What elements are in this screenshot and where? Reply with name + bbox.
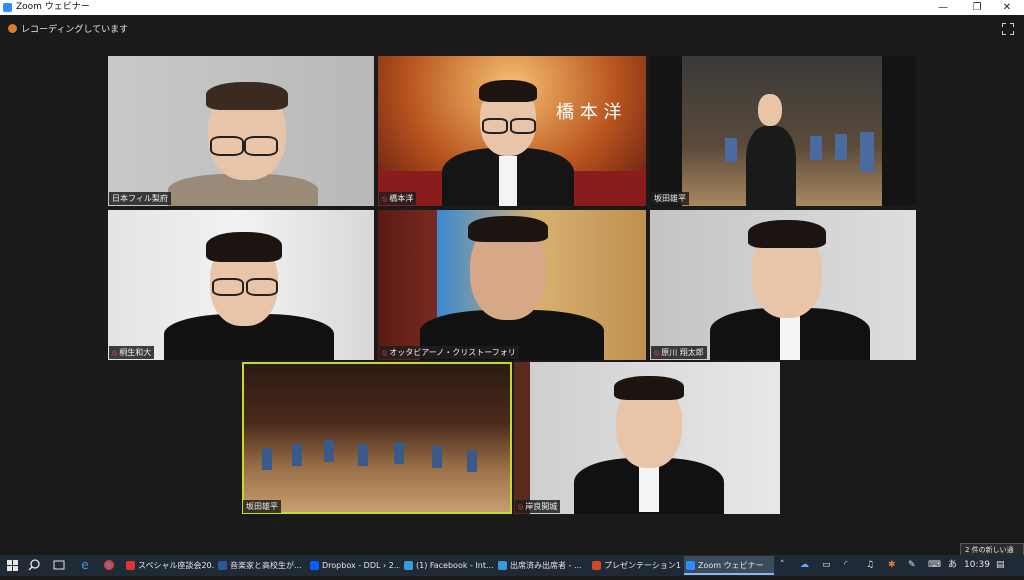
windows-logo-icon — [7, 560, 18, 571]
taskbar-app-zoom[interactable]: Zoom ウェビナー — [684, 556, 774, 575]
recording-bar: レコーディングしています — [0, 15, 1024, 42]
zoom-app-icon — [3, 3, 12, 12]
taskbar-app-word[interactable]: 音楽家と高校生が... — [216, 556, 306, 575]
participant-name: ⦸ 桐生和大 — [109, 346, 155, 359]
recording-icon — [8, 24, 17, 33]
student-figure — [860, 132, 874, 172]
participant-shirt — [639, 462, 659, 512]
onedrive-icon[interactable]: ☁ — [800, 555, 814, 576]
video-tile[interactable]: 日本フィル梨府 — [108, 56, 374, 206]
restore-button[interactable]: ❐ — [960, 0, 994, 15]
mic-muted-icon: ⦸ — [654, 348, 660, 357]
taskbar-app-pdf[interactable]: スペシャル座談会20... — [124, 556, 214, 575]
app-tray-icon[interactable]: ✱ — [888, 555, 902, 576]
task-view-icon — [53, 560, 65, 570]
participant-shirt — [499, 156, 517, 206]
zoom-icon — [686, 561, 695, 570]
search-button[interactable] — [26, 555, 44, 576]
ime-icon[interactable]: あ — [948, 555, 960, 576]
participant-hair — [206, 82, 288, 110]
chrome-icon[interactable] — [100, 555, 118, 576]
participant-hair — [206, 232, 282, 262]
student-figure — [810, 136, 822, 160]
participant-name: ⦸ 岸良開城 — [515, 500, 561, 513]
windows-taskbar: e スペシャル座談会20... 音楽家と高校生が... Dropbox - DD… — [0, 555, 1024, 576]
video-tile-active[interactable]: 坂田雄平 — [242, 362, 512, 514]
task-view-button[interactable] — [50, 555, 68, 576]
performers-group — [262, 440, 492, 480]
participant-hair — [614, 376, 684, 400]
glasses-icon — [212, 278, 244, 296]
glasses-icon — [246, 278, 278, 296]
mic-muted-icon: ⦸ — [382, 194, 388, 203]
minimize-button[interactable]: — — [926, 0, 960, 15]
glasses-icon — [482, 118, 508, 134]
video-tile[interactable]: ⦸ オッタビアーノ・クリストーフォリ — [378, 210, 646, 360]
volume-icon[interactable]: ♫ — [866, 555, 880, 576]
taskbar-app-facebook[interactable]: (1) Facebook - Int... — [402, 556, 494, 575]
video-tile[interactable]: ⦸ 原川 翔太郎 — [650, 210, 916, 360]
keyboard-icon[interactable]: ⌨ — [928, 555, 942, 576]
participant-name: ⦸ 原川 翔太郎 — [651, 346, 707, 359]
search-icon — [28, 559, 40, 571]
participant-name: 日本フィル梨府 — [109, 192, 171, 205]
mic-muted-icon: ⦸ — [518, 502, 524, 511]
clock[interactable]: 10:39 — [964, 555, 990, 576]
video-tile[interactable]: ⦸ 桐生和大 — [108, 210, 374, 360]
start-button[interactable] — [2, 555, 22, 576]
glasses-icon — [210, 136, 244, 156]
student-figure — [725, 138, 737, 162]
participant-hair — [468, 216, 548, 242]
participant-hair — [748, 220, 826, 248]
chevron-up-icon[interactable]: ˄ — [780, 555, 792, 576]
ie-icon — [404, 561, 413, 570]
notification-center-icon[interactable]: ▤ — [996, 555, 1012, 576]
pdf-icon — [126, 561, 135, 570]
participant-body — [746, 126, 796, 206]
mic-muted-icon: ⦸ — [112, 348, 118, 357]
participant-name: 坂田雄平 — [243, 500, 281, 513]
taskbar-app-attendees[interactable]: 出席済み出席者 - ... — [496, 556, 588, 575]
taskbar-app-powerpoint[interactable]: プレゼンテーション1 - ... — [590, 556, 682, 575]
ie-icon — [498, 561, 507, 570]
network-icon[interactable]: ◜ — [844, 555, 858, 576]
video-tile[interactable]: 橋 本 洋 ⦸ 橋本洋 — [378, 56, 646, 206]
edge-icon[interactable]: e — [76, 555, 94, 576]
student-figure — [835, 134, 847, 160]
powerpoint-icon — [592, 561, 601, 570]
participant-shirt — [780, 314, 800, 360]
glasses-icon — [244, 136, 278, 156]
participant-name: ⦸ オッタビアーノ・クリストーフォリ — [379, 346, 519, 359]
glasses-icon — [510, 118, 536, 134]
video-tile[interactable]: ⦸ 岸良開城 — [514, 362, 780, 514]
dropbox-icon — [310, 561, 319, 570]
taskbar-app-dropbox[interactable]: Dropbox - DDL › 2... — [308, 556, 400, 575]
battery-icon[interactable]: ▭ — [822, 555, 836, 576]
recording-status: レコーディングしています — [21, 25, 129, 35]
window-titlebar: Zoom ウェビナー — ❐ ✕ — [0, 0, 1024, 15]
participant-head — [758, 94, 782, 126]
close-button[interactable]: ✕ — [990, 0, 1024, 15]
participant-name: ⦸ 橋本洋 — [379, 192, 417, 205]
participant-name: 坂田雄平 — [651, 192, 689, 205]
word-icon — [218, 561, 227, 570]
video-tile[interactable]: 坂田雄平 — [650, 56, 916, 206]
participant-hair — [479, 80, 537, 102]
mic-muted-icon: ⦸ — [382, 348, 388, 357]
window-title: Zoom ウェビナー — [16, 2, 90, 12]
pen-icon[interactable]: ✎ — [908, 555, 922, 576]
name-overlay: 橋 本 洋 — [556, 102, 622, 123]
fullscreen-icon[interactable] — [1001, 22, 1015, 36]
